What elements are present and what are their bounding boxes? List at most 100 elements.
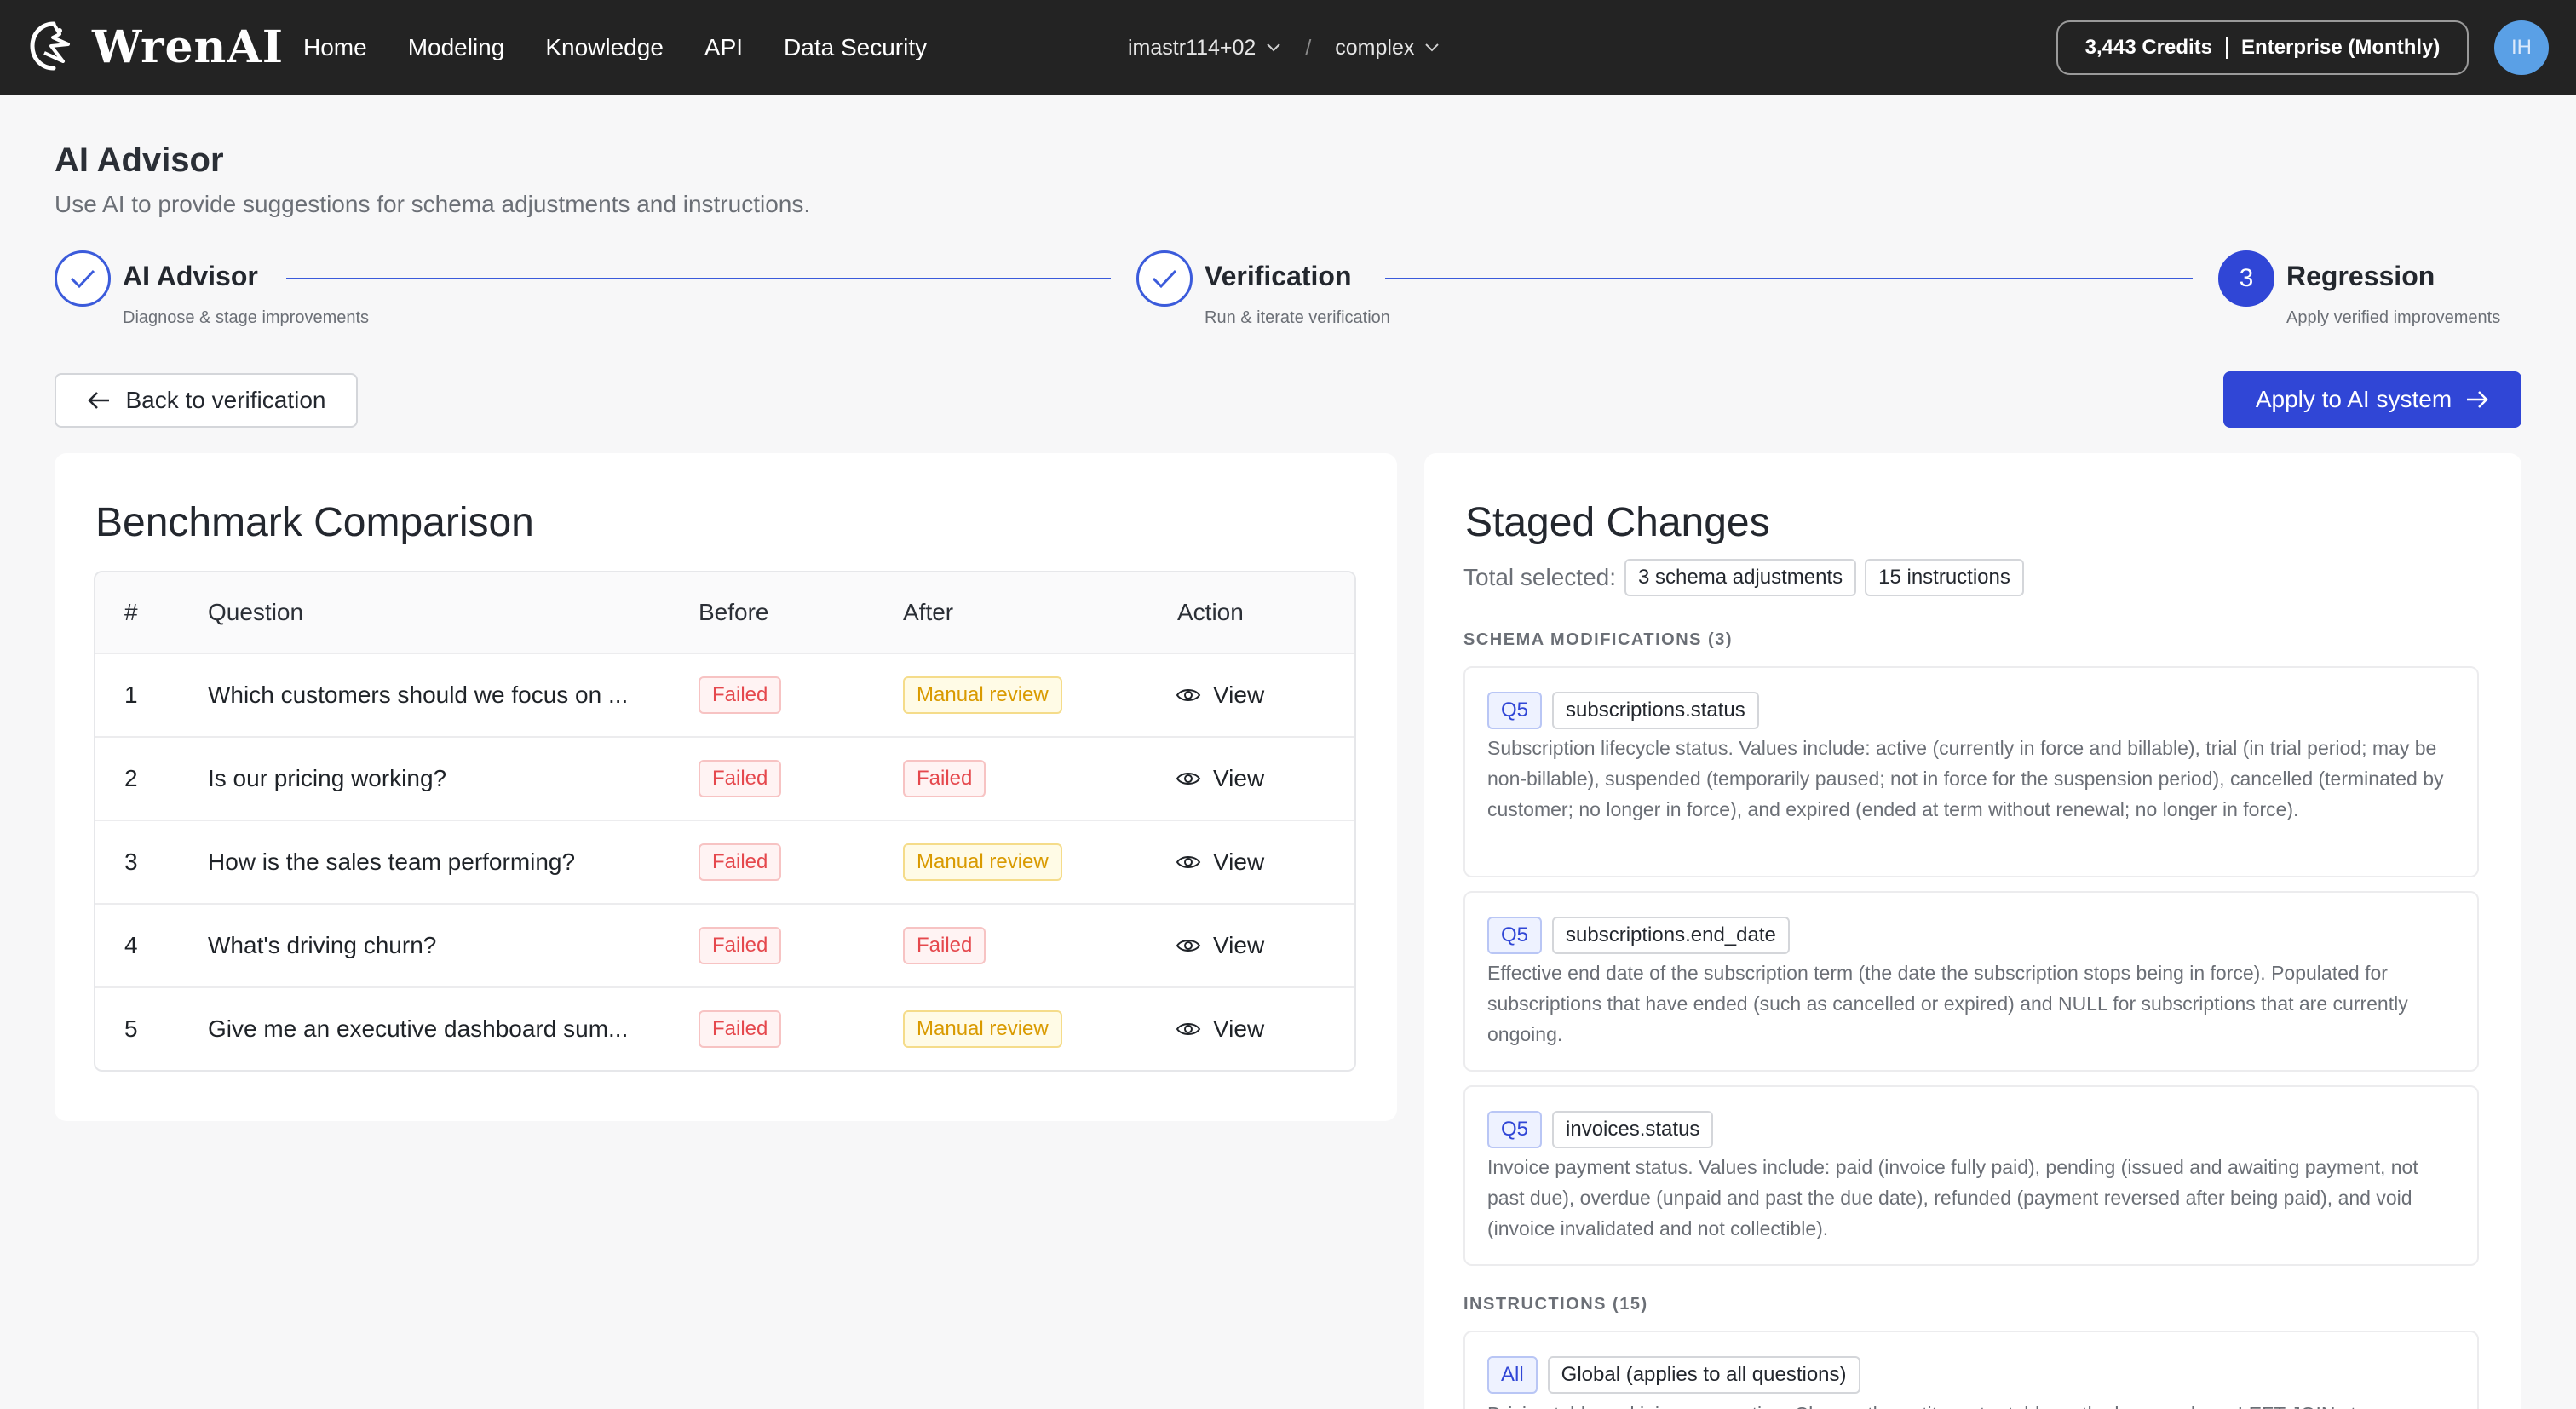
question-tag: Q5 [1487,1111,1543,1148]
step-2-title: Verification [1205,261,1352,291]
step-1-desc: Diagnose & stage improvements [123,308,370,327]
chevron-down-icon [1267,43,1281,52]
step-1-done [55,250,111,307]
view-label: View [1213,1015,1265,1042]
view-label: View [1213,765,1265,791]
step-3-desc: Apply verified improvements [2286,308,2501,327]
instruction-description: Driving table and join preservation: Cho… [1487,1399,2452,1409]
view-button[interactable]: View [1176,765,1264,792]
column-tag: subscriptions.status [1552,692,1759,729]
table-row: 1 Which customers should we focus on ...… [95,653,1354,736]
status-badge-after: Manual review [903,843,1062,881]
step-1-title: AI Advisor [123,261,258,291]
back-to-verification-button[interactable]: Back to verification [55,373,358,428]
benchmark-title: Benchmark Comparison [95,500,534,545]
brand-logo[interactable]: WrenAI [26,19,284,75]
credits-plan-pill[interactable]: 3,443 Credits Enterprise (Monthly) [2056,20,2469,75]
row-number: 1 [124,681,138,708]
modification-description: Invoice payment status. Values include: … [1487,1156,2418,1239]
view-label: View [1213,932,1265,958]
col-before: Before [699,599,769,625]
step-3-title: Regression [2286,261,2435,291]
status-badge-after: Failed [903,760,986,797]
page-title: AI Advisor [55,141,224,179]
top-navbar: WrenAI Home Modeling Knowledge API Data … [0,0,2576,95]
breadcrumb-separator: / [1305,35,1312,60]
question-tag: Q5 [1487,692,1543,729]
brand-name: WrenAI [92,20,285,73]
nav-modeling[interactable]: Modeling [408,34,505,61]
instructions-section-label: INSTRUCTIONS (15) [1463,1295,1648,1314]
step-2-desc: Run & iterate verification [1205,308,1390,327]
wrenai-logo-icon [30,21,70,71]
table-header: # Question Before After Action [95,572,1354,653]
schema-modification-item[interactable]: Q5 subscriptions.status Subscription lif… [1463,666,2479,877]
credits-count: 3,443 Credits [2084,36,2213,59]
col-number: # [124,599,138,625]
scope-tag: All [1487,1356,1538,1394]
step-2-done [1136,250,1193,307]
total-selected: Total selected: 3 schema adjustments 15 … [1463,559,2024,596]
nav-data-security[interactable]: Data Security [784,34,927,61]
view-button[interactable]: View [1176,848,1264,876]
table-row: 4 What's driving churn? Failed Failed Vi… [95,903,1354,986]
project-selector: imastr114+02 / complex [1128,0,1440,95]
page-subtitle: Use AI to provide suggestions for schema… [55,191,811,217]
chevron-down-icon [1425,43,1440,52]
project-dropdown[interactable]: complex [1335,36,1440,60]
staged-title: Staged Changes [1465,500,1770,545]
check-icon [1152,269,1177,289]
workspace-dropdown[interactable]: imastr114+02 [1128,36,1281,60]
apply-button-label: Apply to AI system [2255,386,2452,412]
apply-to-ai-system-button[interactable]: Apply to AI system [2223,371,2521,428]
col-after: After [903,599,954,625]
arrow-left-icon [87,392,109,409]
row-question: Give me an executive dashboard sum... [208,1015,629,1042]
benchmark-table: # Question Before After Action 1 Which c… [94,571,1356,1072]
view-button[interactable]: View [1176,1015,1264,1043]
view-label: View [1213,681,1265,708]
status-badge-before: Failed [699,760,782,797]
status-badge-before: Failed [699,843,782,881]
column-tag: subscriptions.end_date [1552,917,1790,954]
instruction-item[interactable]: All Global (applies to all questions) Dr… [1463,1331,2479,1409]
schema-modification-item[interactable]: Q5 subscriptions.end_date Effective end … [1463,891,2479,1072]
eye-icon [1176,689,1201,701]
row-question: Which customers should we focus on ... [208,681,629,708]
step-connector [286,278,1111,279]
scope-label-tag: Global (applies to all questions) [1547,1356,1860,1394]
nav-knowledge[interactable]: Knowledge [545,34,664,61]
nav-api[interactable]: API [704,34,743,61]
row-number: 5 [124,1015,138,1042]
view-button[interactable]: View [1176,681,1264,709]
schema-modification-item[interactable]: Q5 invoices.status Invoice payment statu… [1463,1085,2479,1266]
benchmark-comparison-card: Benchmark Comparison # Question Before A… [55,453,1397,1121]
column-tag: invoices.status [1552,1111,1714,1148]
status-badge-before: Failed [699,927,782,964]
view-label: View [1213,848,1265,875]
eye-icon [1176,1023,1201,1035]
step-connector [1385,278,2193,279]
nav-home[interactable]: Home [303,34,367,61]
col-action: Action [1177,599,1244,625]
row-question: How is the sales team performing? [208,848,576,875]
table-row: 2 Is our pricing working? Failed Failed … [95,736,1354,820]
schema-section-label: SCHEMA MODIFICATIONS (3) [1463,630,1733,649]
step-3-active: 3 [2218,250,2274,307]
eye-icon [1176,940,1201,952]
workspace-name: imastr114+02 [1128,35,1256,60]
status-badge-after: Manual review [903,1010,1062,1048]
question-tag: Q5 [1487,917,1543,954]
status-badge-after: Failed [903,927,986,964]
status-badge-before: Failed [699,1010,782,1048]
user-avatar[interactable]: IH [2494,20,2549,75]
project-name: complex [1335,35,1415,60]
instruction-count-chip: 15 instructions [1865,559,2024,596]
row-number: 2 [124,765,138,791]
row-number: 4 [124,932,138,958]
view-button[interactable]: View [1176,932,1264,959]
eye-icon [1176,856,1201,868]
total-label: Total selected: [1463,564,1616,590]
plan-name: Enterprise (Monthly) [2241,36,2441,59]
check-icon [70,269,95,289]
